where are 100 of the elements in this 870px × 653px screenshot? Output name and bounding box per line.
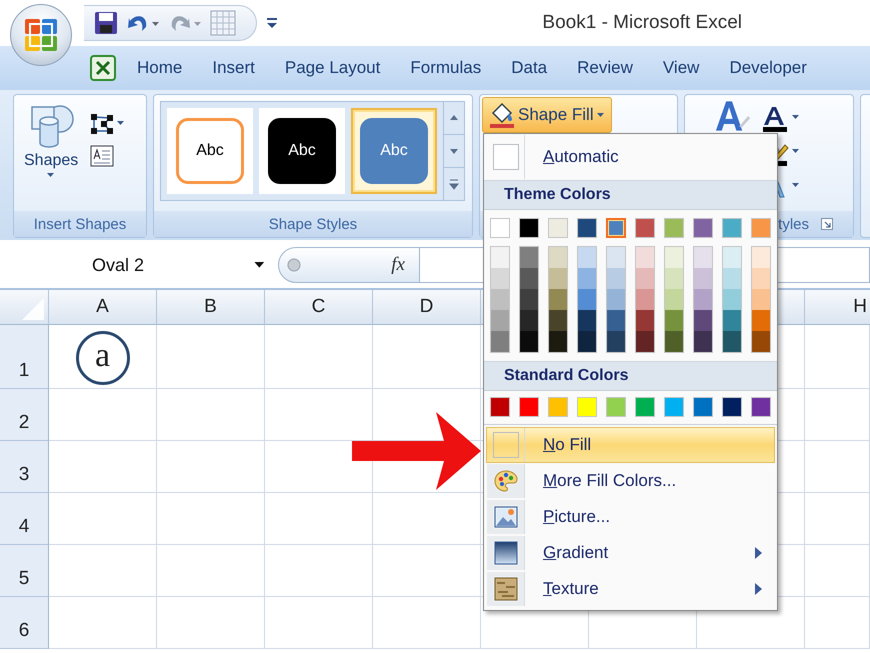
color-swatch[interactable] [722,397,742,417]
text-fill-icon[interactable] [761,105,801,133]
ribbon-tab[interactable]: View [648,54,714,82]
color-swatch[interactable] [606,218,626,238]
ribbon-tab[interactable]: Insert [197,54,270,82]
grid-cell[interactable] [373,545,481,597]
grid-cell[interactable] [157,597,265,649]
color-swatch[interactable] [578,310,596,331]
name-box[interactable]: Oval 2 [0,254,278,276]
grid-cell[interactable] [49,545,157,597]
color-swatch[interactable] [520,268,538,289]
shape-style-option[interactable]: Abc [351,108,437,194]
color-swatch[interactable] [664,397,684,417]
color-swatch[interactable] [577,397,597,417]
color-swatch[interactable] [694,331,712,352]
shape-style-option[interactable]: Abc [167,108,253,194]
color-swatch[interactable] [491,331,509,352]
color-swatch[interactable] [751,397,771,417]
column-header[interactable]: B [157,290,265,325]
grid-cell[interactable] [805,597,870,649]
menu-item[interactable]: Texture [486,571,775,607]
color-swatch[interactable] [549,247,567,268]
menu-item[interactable]: Automatic [486,134,775,180]
text-box-icon[interactable] [90,145,114,167]
grid-cell[interactable] [49,597,157,649]
table-icon[interactable] [210,10,236,36]
grid-cell[interactable] [157,441,265,493]
color-swatch[interactable] [549,268,567,289]
column-header[interactable]: H [805,290,870,325]
grid-cell[interactable] [805,325,870,389]
color-swatch[interactable] [752,331,770,352]
color-swatch[interactable] [665,247,683,268]
color-swatch[interactable] [751,218,771,238]
ribbon-tab[interactable]: Home [122,54,198,82]
color-swatch[interactable] [606,397,626,417]
color-swatch[interactable] [752,310,770,331]
grid-cell[interactable] [265,545,373,597]
color-swatch[interactable] [636,331,654,352]
grid-cell[interactable] [805,389,870,441]
column-header[interactable]: A [49,290,157,325]
color-swatch[interactable] [520,247,538,268]
color-swatch[interactable] [491,310,509,331]
color-swatch[interactable] [578,247,596,268]
ribbon-tab[interactable]: Data [496,54,562,82]
color-swatch[interactable] [752,247,770,268]
grid-cell[interactable] [805,493,870,545]
menu-item[interactable]: Gradient [486,535,775,571]
color-swatch[interactable] [636,247,654,268]
color-swatch[interactable] [636,310,654,331]
color-swatch[interactable] [694,289,712,310]
row-header[interactable]: 3 [0,441,49,493]
grid-cell[interactable] [265,493,373,545]
color-swatch[interactable] [664,218,684,238]
grid-cell[interactable] [49,389,157,441]
color-swatch[interactable] [722,218,742,238]
color-swatch[interactable] [491,247,509,268]
color-swatch[interactable] [723,331,741,352]
menu-item[interactable]: No Fill [486,427,775,463]
color-swatch[interactable] [549,289,567,310]
color-swatch[interactable] [723,268,741,289]
insert-function-button[interactable]: fx [391,254,405,276]
color-swatch[interactable] [635,218,655,238]
color-swatch[interactable] [694,247,712,268]
shape-fill-button[interactable]: Shape Fill [482,97,612,133]
color-swatch[interactable] [549,310,567,331]
row-header[interactable]: 6 [0,597,49,649]
color-swatch[interactable] [491,268,509,289]
color-swatch[interactable] [577,218,597,238]
ribbon-tab[interactable]: Formulas [395,54,496,82]
grid-cell[interactable] [157,325,265,389]
color-swatch[interactable] [578,268,596,289]
color-swatch[interactable] [548,397,568,417]
shapes-button[interactable]: Shapes [20,101,82,205]
color-swatch[interactable] [723,310,741,331]
customize-toolbar-icon[interactable] [267,17,277,29]
color-swatch[interactable] [520,331,538,352]
color-swatch[interactable] [491,289,509,310]
color-swatch[interactable] [520,289,538,310]
grid-cell[interactable] [805,441,870,493]
color-swatch[interactable] [693,397,713,417]
color-swatch[interactable] [694,310,712,331]
dialog-launcher-icon[interactable] [821,218,833,230]
color-swatch[interactable] [607,289,625,310]
grid-cell[interactable] [805,545,870,597]
menu-item[interactable]: Picture... [486,499,775,535]
color-swatch[interactable] [723,247,741,268]
column-header[interactable]: D [373,290,481,325]
save-icon[interactable] [94,11,118,35]
grid-cell[interactable] [157,493,265,545]
color-swatch[interactable] [607,247,625,268]
row-header[interactable]: 4 [0,493,49,545]
color-swatch[interactable] [607,331,625,352]
grid-cell[interactable] [49,493,157,545]
color-swatch[interactable] [693,218,713,238]
grid-cell[interactable] [373,597,481,649]
row-header[interactable]: 2 [0,389,49,441]
color-swatch[interactable] [752,289,770,310]
ribbon-tab[interactable]: Review [562,54,648,82]
ribbon-tab[interactable]: Developer [714,54,822,82]
color-swatch[interactable] [723,289,741,310]
